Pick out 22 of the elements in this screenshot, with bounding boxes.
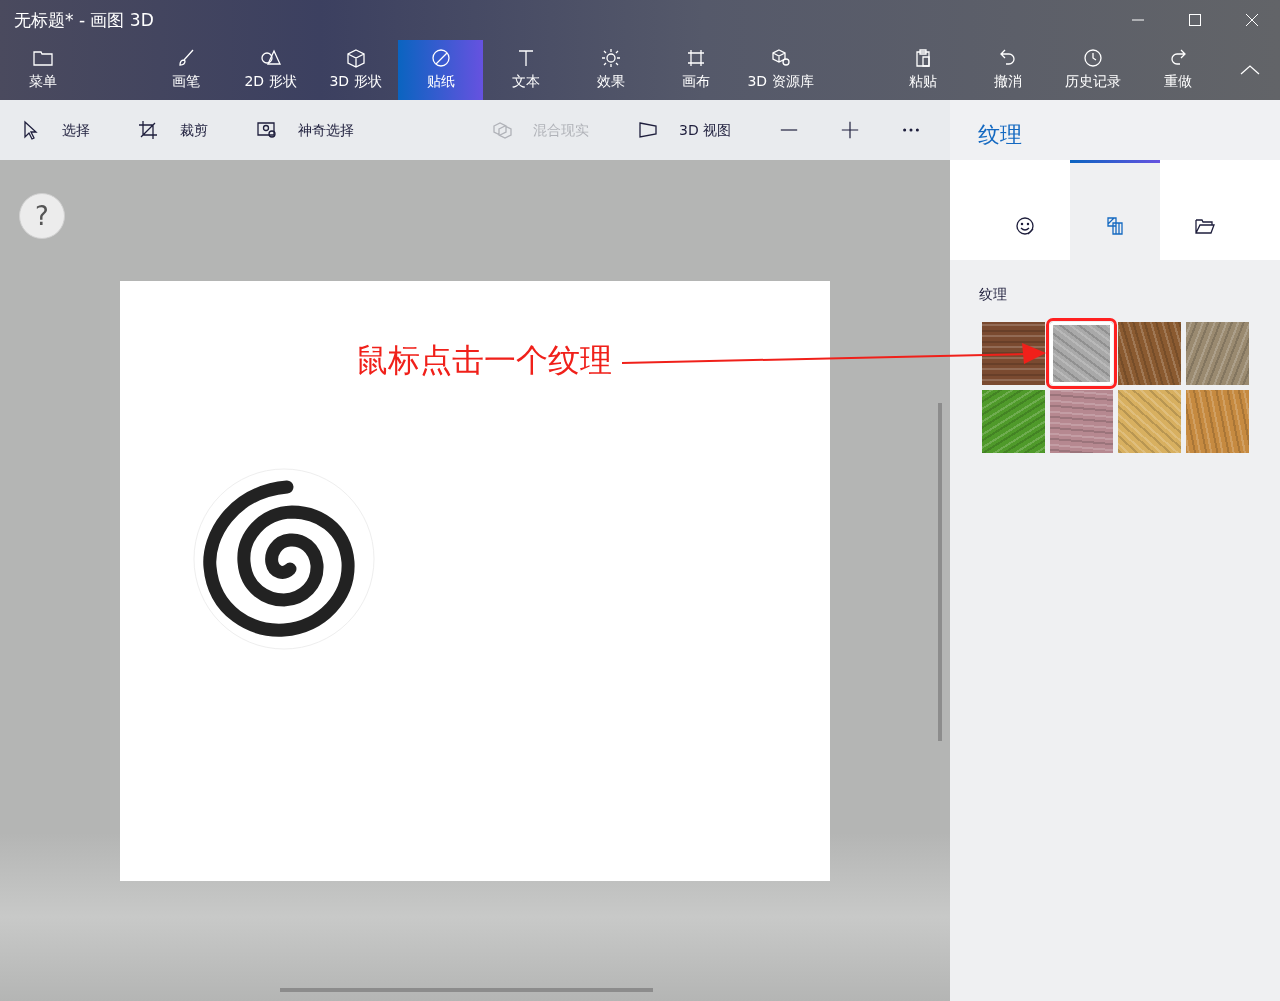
- ribbon-tab[interactable]: 3D 形状: [313, 40, 398, 100]
- ribbon-tab[interactable]: 效果: [568, 40, 653, 100]
- ribbon-button[interactable]: 重做: [1135, 40, 1220, 100]
- toolbar-button[interactable]: 神奇选择: [256, 119, 354, 141]
- ribbon-tab[interactable]: 画布: [653, 40, 738, 100]
- annotation-text: 鼠标点击一个纹理: [356, 340, 612, 381]
- window-title: 无标题* - 画图 3D: [13, 9, 155, 32]
- ribbon-button[interactable]: 历史记录: [1050, 40, 1135, 100]
- ribbon-tab[interactable]: 文本: [483, 40, 568, 100]
- ribbon-tab[interactable]: 菜单: [0, 40, 85, 100]
- section-label: 纹理: [978, 285, 1008, 304]
- ribbon-button[interactable]: 撤消: [965, 40, 1050, 100]
- help-button[interactable]: ?: [19, 193, 65, 239]
- panel-title: 纹理: [950, 100, 1280, 160]
- toolbar-button[interactable]: 3D 视图: [637, 119, 732, 141]
- toolbar-button[interactable]: 裁剪: [138, 119, 208, 141]
- ribbon-tab[interactable]: 2D 形状: [228, 40, 313, 100]
- ribbon-tab[interactable]: 3D 资源库: [738, 40, 823, 100]
- ribbon-tab[interactable]: 画笔: [143, 40, 228, 100]
- ribbon-button[interactable]: 粘贴: [880, 40, 965, 100]
- toolbar-button[interactable]: 选择: [20, 119, 90, 141]
- ribbon-tab[interactable]: 贴纸: [398, 40, 483, 100]
